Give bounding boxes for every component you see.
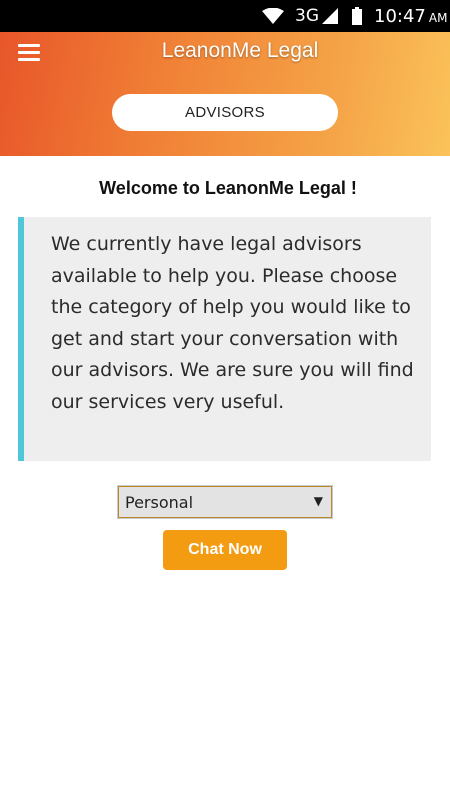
network-type: 3G	[295, 6, 319, 26]
chat-now-button[interactable]: Chat Now	[163, 530, 287, 570]
category-select[interactable]: Personal ▼	[117, 485, 333, 519]
info-panel: We currently have legal advisors availab…	[18, 217, 431, 461]
category-selected-value: Personal	[125, 492, 194, 512]
app-header: LeanonMe Legal ADVISORS	[0, 32, 450, 156]
clock-time: 10:47	[374, 5, 426, 27]
clock-ampm: AM	[428, 11, 448, 25]
signal-icon	[322, 0, 338, 32]
info-text: We currently have legal advisors availab…	[51, 233, 414, 413]
battery-icon	[352, 0, 362, 32]
advisors-button[interactable]: ADVISORS	[112, 94, 338, 131]
app-title: LeanonMe Legal	[161, 39, 319, 62]
status-bar: 3G 10:47 AM	[0, 0, 450, 32]
clock: 10:47 AM	[374, 0, 447, 32]
welcome-heading: Welcome to LeanonMe Legal !	[99, 178, 357, 198]
wifi-icon	[262, 0, 284, 32]
dropdown-arrow-icon: ▼	[313, 494, 323, 508]
